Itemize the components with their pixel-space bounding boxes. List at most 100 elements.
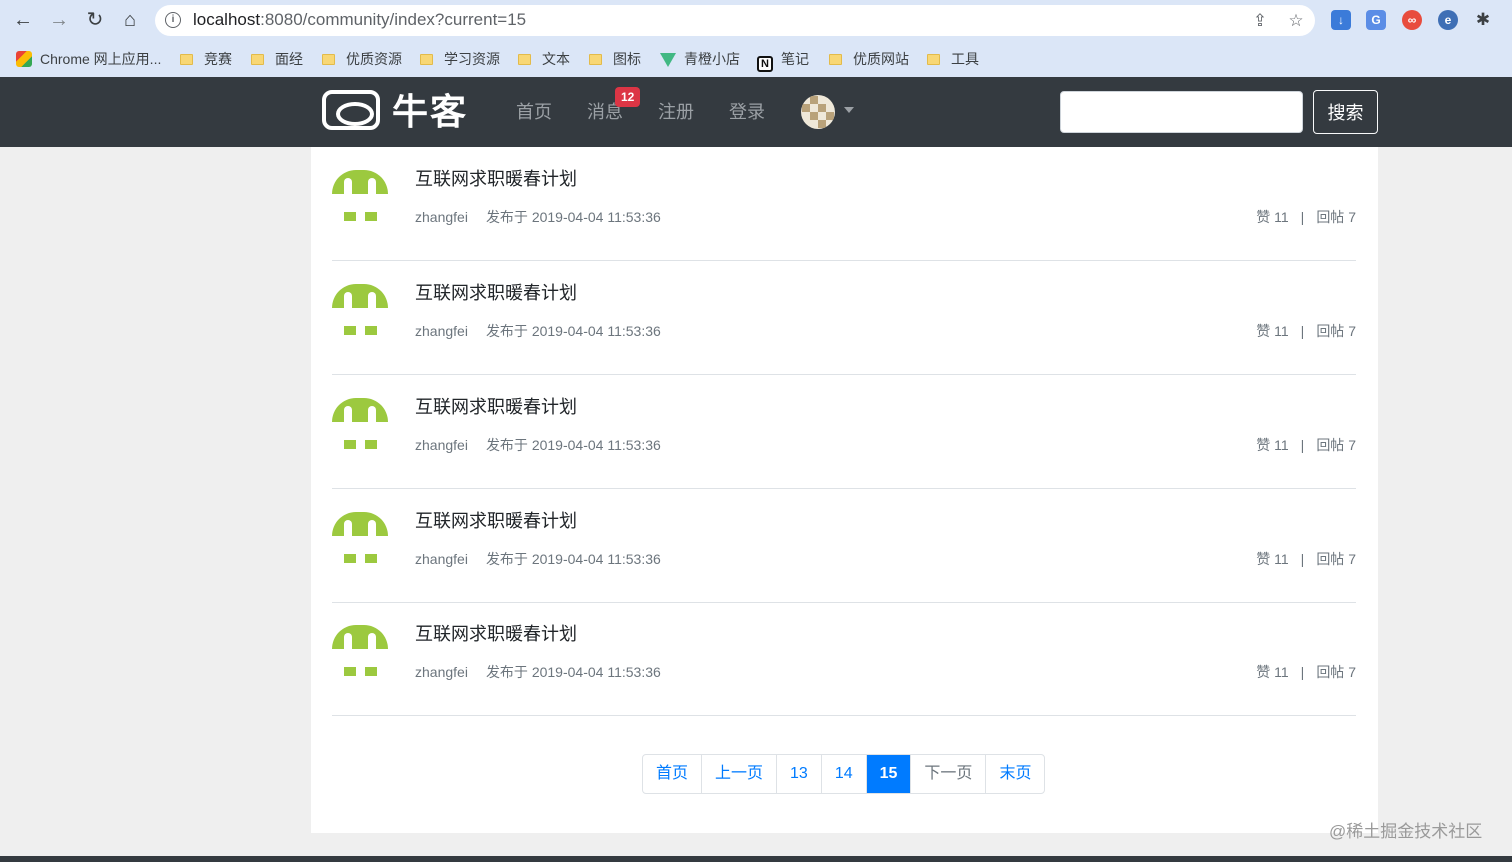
- page-number[interactable]: 14: [822, 755, 867, 793]
- bookmark-folder[interactable]: 学习资源: [420, 49, 500, 69]
- post-item: 互联网求职暖春计划 zhangfei 发布于 2019-04-04 11:53:3…: [332, 147, 1356, 261]
- user-avatar[interactable]: [801, 95, 835, 129]
- back-arrow-icon[interactable]: ←: [11, 8, 35, 32]
- bookmark-folder[interactable]: 优质资源: [322, 49, 402, 69]
- address-bar[interactable]: i localhost:8080/community/index?current…: [155, 5, 1315, 36]
- avatar-shape: [344, 667, 356, 676]
- infinity-extension-icon[interactable]: ∞: [1402, 10, 1422, 30]
- bookmark-label: 竞赛: [204, 51, 232, 67]
- download-extension-icon[interactable]: ↓: [1331, 10, 1351, 30]
- share-icon[interactable]: ⇪: [1250, 11, 1270, 31]
- avatar-shape: [332, 398, 388, 422]
- avatar-pixel: [818, 104, 826, 112]
- avatar-shape: [365, 554, 377, 563]
- nav-register[interactable]: 注册: [658, 100, 694, 124]
- post-title[interactable]: 互联网求职暖春计划: [415, 622, 577, 646]
- puzzle-extensions-icon[interactable]: ✱: [1473, 10, 1493, 30]
- post-author[interactable]: zhangfei: [415, 437, 468, 453]
- post-item: 互联网求职暖春计划 zhangfei 发布于 2019-04-04 11:53:3…: [332, 489, 1356, 603]
- bookmark-folder[interactable]: 竞赛: [180, 49, 232, 69]
- bookmark-folder[interactable]: 文本: [518, 49, 570, 69]
- bookmark-label: 优质资源: [346, 51, 402, 67]
- page-number[interactable]: 13: [777, 755, 822, 793]
- avatar-shape: [365, 326, 377, 335]
- author-avatar[interactable]: [332, 395, 388, 451]
- avatar-pixel: [818, 120, 826, 128]
- post-likes: 赞 11: [1256, 437, 1289, 453]
- page-first[interactable]: 首页: [643, 755, 703, 793]
- post-meta: zhangfei 发布于 2019-04-04 11:53:36: [415, 322, 661, 340]
- post-replies: 回帖 7: [1316, 551, 1356, 567]
- post-likes: 赞 11: [1256, 209, 1289, 225]
- post-time: 发布于 2019-04-04 11:53:36: [485, 437, 661, 453]
- site-logo[interactable]: 牛客: [322, 90, 468, 134]
- bookmark-folder[interactable]: 面经: [251, 49, 303, 69]
- address-url[interactable]: localhost:8080/community/index?current=1…: [193, 10, 526, 30]
- folder-icon: [420, 54, 433, 65]
- reload-icon[interactable]: ↻: [83, 8, 107, 32]
- bookmark-chrome-apps[interactable]: Chrome 网上应用...: [16, 49, 161, 69]
- forward-arrow-icon[interactable]: →: [47, 8, 71, 32]
- bookmark-folder[interactable]: 优质网站: [829, 49, 909, 69]
- bookmark-folder[interactable]: 工具: [927, 49, 979, 69]
- bookmark-star-icon[interactable]: ☆: [1286, 11, 1306, 31]
- post-title[interactable]: 互联网求职暖春计划: [415, 509, 577, 533]
- avatar-shape: [368, 520, 376, 538]
- author-avatar[interactable]: [332, 281, 388, 337]
- nav-home[interactable]: 首页: [516, 100, 552, 124]
- bookmark-vue[interactable]: 青橙小店: [660, 49, 740, 69]
- post-author[interactable]: zhangfei: [415, 209, 468, 225]
- search-button[interactable]: 搜索: [1313, 90, 1378, 134]
- avatar-shape: [344, 406, 352, 424]
- post-stats: 赞 11 | 回帖 7: [1256, 550, 1356, 568]
- search-input[interactable]: [1060, 91, 1303, 133]
- footer-bar: [0, 856, 1512, 862]
- post-replies: 回帖 7: [1316, 437, 1356, 453]
- page-number-current[interactable]: 15: [866, 755, 912, 793]
- author-avatar[interactable]: [332, 509, 388, 565]
- chevron-down-icon[interactable]: [844, 107, 854, 113]
- bookmark-folder[interactable]: 图标: [589, 49, 641, 69]
- nav-login[interactable]: 登录: [729, 100, 765, 124]
- edge-extension-icon[interactable]: e: [1438, 10, 1458, 30]
- avatar-shape: [344, 554, 356, 563]
- folder-icon: [251, 54, 264, 65]
- page-last[interactable]: 末页: [986, 755, 1044, 793]
- chrome-apps-icon: [16, 51, 32, 67]
- post-item: 互联网求职暖春计划 zhangfei 发布于 2019-04-04 11:53:3…: [332, 602, 1356, 716]
- url-path: :8080/community/index?current=15: [260, 10, 527, 29]
- post-author[interactable]: zhangfei: [415, 664, 468, 680]
- post-time: 发布于 2019-04-04 11:53:36: [485, 209, 661, 225]
- post-title[interactable]: 互联网求职暖春计划: [415, 167, 577, 191]
- site-info-icon[interactable]: i: [165, 12, 181, 28]
- pagination: 首页 上一页 13 14 15 下一页 末页: [642, 754, 1046, 794]
- stats-divider: |: [1300, 323, 1305, 339]
- bookmark-label: 工具: [951, 51, 979, 67]
- avatar-pixel: [810, 112, 818, 120]
- post-title[interactable]: 互联网求职暖春计划: [415, 395, 577, 419]
- message-count-badge: 12: [615, 87, 641, 107]
- post-likes: 赞 11: [1256, 323, 1289, 339]
- bookmark-notion[interactable]: N 笔记: [757, 49, 809, 72]
- folder-icon: [927, 54, 940, 65]
- browser-toolbar: ← → ↻ ⌂ i localhost:8080/community/index…: [0, 0, 1512, 40]
- avatar-shape: [344, 440, 356, 449]
- logo-text: 牛客: [392, 91, 469, 132]
- post-time: 发布于 2019-04-04 11:53:36: [485, 551, 661, 567]
- home-icon[interactable]: ⌂: [118, 8, 142, 32]
- translate-extension-icon[interactable]: G: [1366, 10, 1386, 30]
- post-author[interactable]: zhangfei: [415, 323, 468, 339]
- page-prev[interactable]: 上一页: [702, 755, 778, 793]
- post-item: 互联网求职暖春计划 zhangfei 发布于 2019-04-04 11:53:3…: [332, 261, 1356, 375]
- avatar-shape: [368, 633, 376, 651]
- avatar-shape: [344, 212, 356, 221]
- avatar-shape: [365, 667, 377, 676]
- post-author[interactable]: zhangfei: [415, 551, 468, 567]
- post-meta: zhangfei 发布于 2019-04-04 11:53:36: [415, 663, 661, 681]
- post-title[interactable]: 互联网求职暖春计划: [415, 281, 577, 305]
- author-avatar[interactable]: [332, 167, 388, 223]
- logo-mark-icon: [322, 90, 380, 130]
- notion-icon: N: [757, 56, 773, 72]
- page-next[interactable]: 下一页: [911, 755, 987, 793]
- author-avatar[interactable]: [332, 622, 388, 678]
